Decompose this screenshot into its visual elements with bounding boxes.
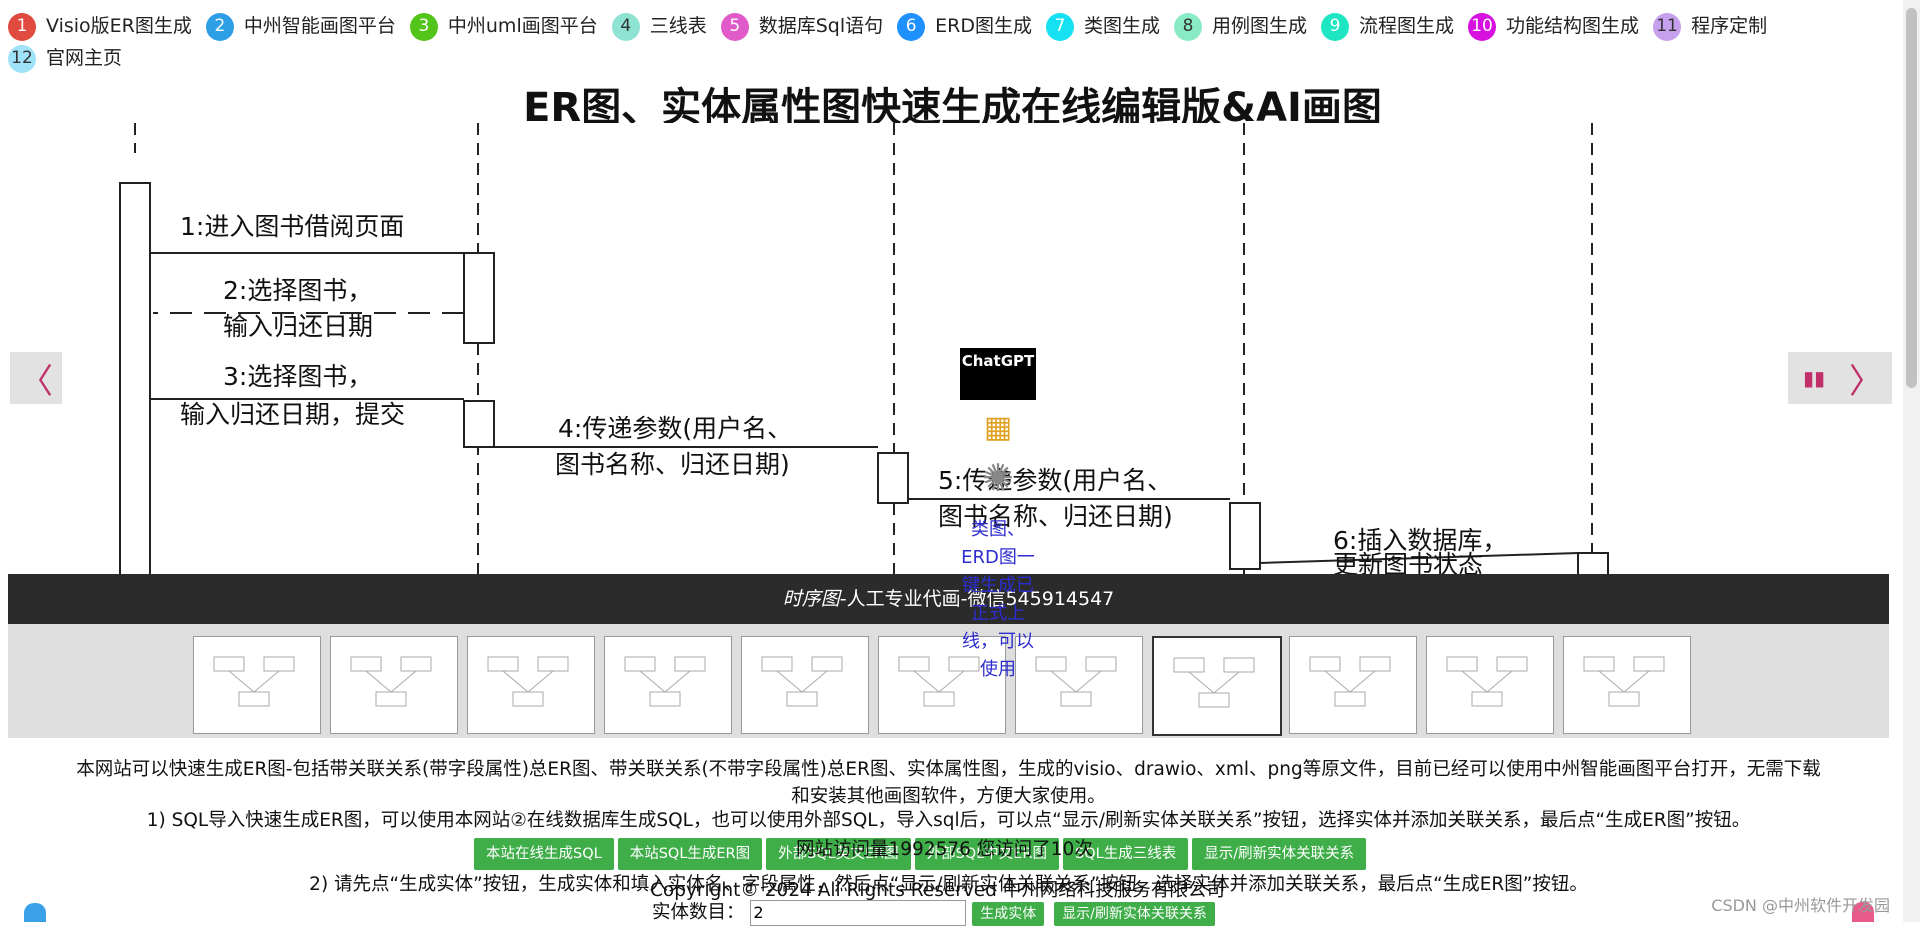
nav-badge: 11 <box>1653 12 1682 41</box>
nav-label: Visio版ER图生成 <box>46 15 192 37</box>
nav-label: 数据库Sql语句 <box>758 15 884 37</box>
seq-msg-1: 1:进入图书借阅页面 <box>180 212 404 241</box>
thumbnail-preview <box>761 656 843 707</box>
slide-thumbnail[interactable] <box>1289 636 1417 734</box>
slide-thumbnail[interactable] <box>1563 636 1691 734</box>
seq-msg-2b: 输入归还日期 <box>223 312 373 341</box>
action-button-6[interactable]: 显示/刷新实体关联关系 <box>1192 838 1367 870</box>
slide-thumbnail[interactable] <box>741 636 869 734</box>
seq-msg-6b: 更新图书状态 <box>1333 550 1483 574</box>
nav-badge: 7 <box>1046 12 1074 41</box>
thumbnail-preview <box>624 656 706 707</box>
seq-msg-4b: 图书名称、归还日期) <box>555 450 790 479</box>
mindmap-icon: ✺ <box>982 456 1014 500</box>
prev-slide-button[interactable]: 〈 <box>10 352 62 404</box>
nav-badge: 12 <box>8 44 36 73</box>
nav-badge: 5 <box>720 12 749 41</box>
seq-msg-3b: 输入归还日期，提交 <box>180 400 405 429</box>
sequence-diagram-slide: 1:进入图书借阅页面 2:选择图书， 输入归还日期 3:选择图书， 输入归还日期… <box>119 123 1609 574</box>
thumbnail-preview <box>1446 656 1528 707</box>
action-button-2[interactable]: 本站SQL生成ER图 <box>617 838 763 870</box>
chatgpt-logo: ChatGPT <box>960 348 1036 400</box>
page-scrollbar[interactable] <box>1903 0 1920 922</box>
flowchart-icon: ▦ <box>983 410 1013 445</box>
scrollbar-thumb[interactable] <box>1906 8 1917 388</box>
nav-item-10[interactable]: 10 功能结构图生成 <box>1468 11 1639 42</box>
nav-item-11[interactable]: 11 程序定制 <box>1653 11 1767 42</box>
mascot-icon-left <box>24 903 46 922</box>
slide-thumbnail[interactable] <box>604 636 732 734</box>
slide-caption: 时序图-人工专业代画-微信545914547 <box>8 574 1889 624</box>
nav-item-6[interactable]: 6 ERD图生成 <box>897 11 1032 42</box>
nav-label: 流程图生成 <box>1359 15 1455 37</box>
nav-badge: 6 <box>897 12 926 41</box>
nav-label: 官网主页 <box>46 47 123 69</box>
entity-count-label: 实体数目： <box>652 902 745 923</box>
nav-badge: 8 <box>1174 12 1203 41</box>
nav-item-8[interactable]: 8 用例图生成 <box>1174 11 1307 42</box>
desc-line-3: 1) SQL导入快速生成ER图，可以使用本网站②在线数据库生成SQL，也可以使用… <box>146 810 1751 831</box>
nav-badge: 1 <box>8 12 36 41</box>
generate-entity-button[interactable]: 生成实体 <box>972 902 1045 926</box>
nav-item-3[interactable]: 3 中州uml画图平台 <box>409 11 598 42</box>
slide-thumbnail[interactable] <box>330 636 458 734</box>
csdn-watermark: CSDN @中州软件开发园 <box>1711 896 1890 915</box>
nav-item-4[interactable]: 4 三线表 <box>611 11 707 42</box>
nav-badge: 10 <box>1468 12 1497 41</box>
visit-counter: 网站访问量1992576 您访问了10次 <box>796 839 1093 860</box>
slideshow: 1:进入图书借阅页面 2:选择图书， 输入归还日期 3:选择图书， 输入归还日期… <box>8 123 1889 624</box>
seq-msg-2a: 2:选择图书， <box>223 276 372 305</box>
slide-thumbnail[interactable] <box>193 636 321 734</box>
nav-label: 程序定制 <box>1691 15 1768 37</box>
nav-badge: 3 <box>409 12 438 41</box>
nav-badge: 9 <box>1321 12 1350 41</box>
floating-ad[interactable]: ChatGPT ▦ ✺ 类图、ERD图一键生成已正式上线，可以使用 <box>958 348 1038 684</box>
nav-item-5[interactable]: 5 数据库Sql语句 <box>720 11 884 42</box>
seq-msg-3a: 3:选择图书， <box>223 362 372 391</box>
nav-label: 功能结构图生成 <box>1506 15 1640 37</box>
thumbnail-preview <box>1309 656 1391 707</box>
desc-line-1: 本网站可以快速生成ER图-包括带关联关系(带字段属性)总ER图、带关联关系(不带… <box>76 759 1821 780</box>
slide-thumbnail[interactable] <box>1426 636 1554 734</box>
seq-msg-4a: 4:传递参数(用户名、 <box>558 414 792 443</box>
nav-item-9[interactable]: 9 流程图生成 <box>1321 11 1454 42</box>
thumbnail-preview <box>1173 657 1255 708</box>
nav-label: 中州智能画图平台 <box>243 15 396 37</box>
thumbnail-preview <box>350 656 432 707</box>
nav-label: 中州uml画图平台 <box>447 15 598 37</box>
nav-label: 三线表 <box>649 15 707 37</box>
refresh-relations-button[interactable]: 显示/刷新实体关联关系 <box>1054 902 1215 926</box>
caption-type: 时序图 <box>782 588 840 610</box>
thumbnail-preview <box>1583 656 1665 707</box>
thumbnail-preview <box>487 656 569 707</box>
slide-thumbnail[interactable] <box>467 636 595 734</box>
nav-label: 类图生成 <box>1084 15 1161 37</box>
action-button-1[interactable]: 本站在线生成SQL <box>474 838 614 870</box>
next-slide-button[interactable]: 〉 <box>1840 352 1892 404</box>
thumbnail-preview <box>213 656 295 707</box>
nav-item-12[interactable]: 12 官网主页 <box>8 43 122 74</box>
top-nav: 1 Visio版ER图生成 2 中州智能画图平台 3 中州uml画图平台 4 三线表 5 数据库S… <box>8 10 1888 74</box>
thumbnail-strip <box>8 624 1889 738</box>
nav-item-2[interactable]: 2 中州智能画图平台 <box>205 11 396 42</box>
nav-label: 用例图生成 <box>1212 15 1308 37</box>
nav-badge: 2 <box>205 12 234 41</box>
nav-item-7[interactable]: 7 类图生成 <box>1046 11 1160 42</box>
feature-announcement-link[interactable]: 类图、ERD图一键生成已正式上线，可以使用 <box>958 516 1038 684</box>
slide-thumbnail[interactable] <box>1152 636 1282 736</box>
desc-line-2: 和安装其他画图软件，方便大家使用。 <box>791 786 1106 807</box>
pause-button[interactable]: ▮▮ <box>1788 352 1840 404</box>
nav-label: ERD图生成 <box>935 15 1032 37</box>
nav-item-1[interactable]: 1 Visio版ER图生成 <box>8 11 192 42</box>
nav-badge: 4 <box>611 12 640 41</box>
